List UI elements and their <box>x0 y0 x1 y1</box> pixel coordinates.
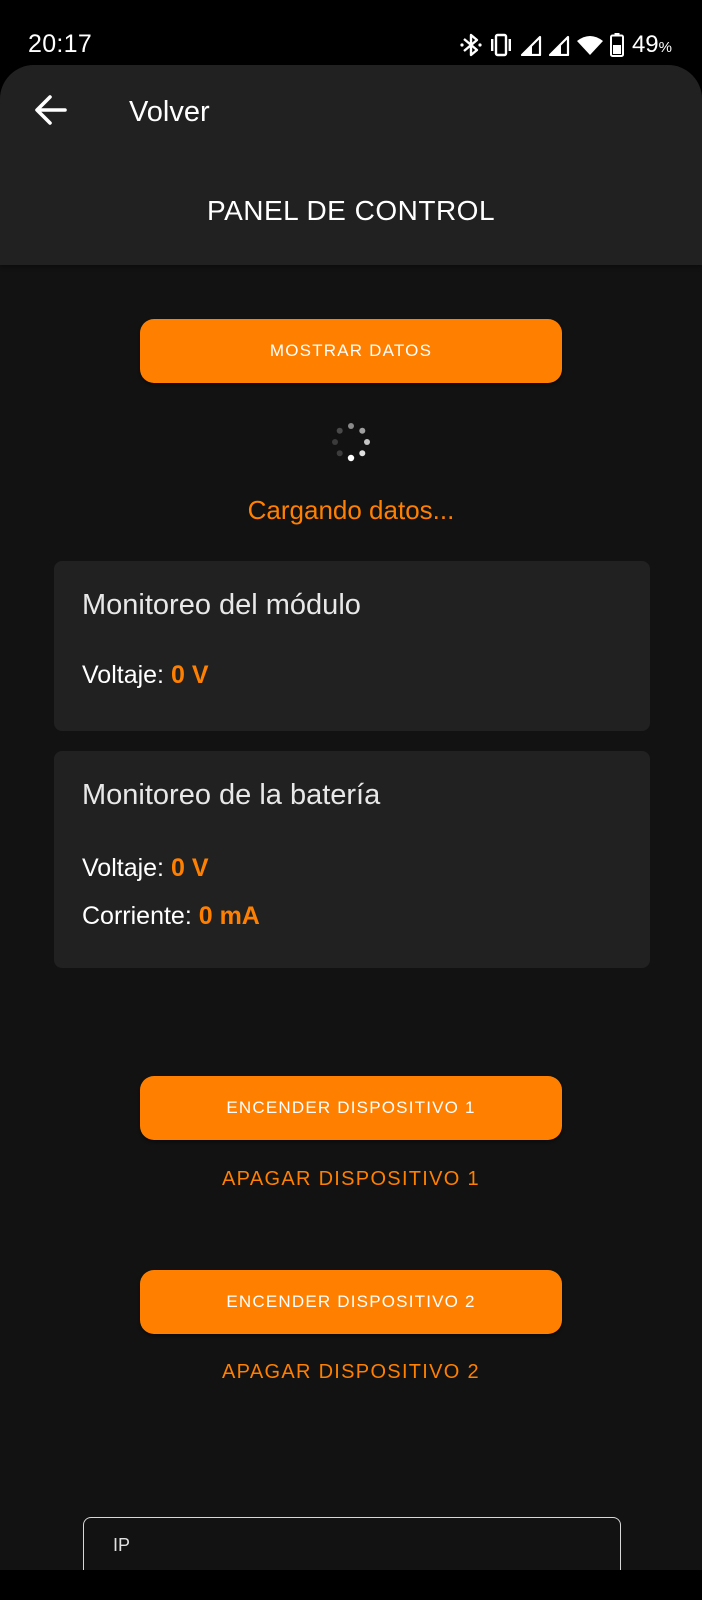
bluetooth-icon <box>460 32 482 58</box>
turn-off-device-1-button[interactable]: APAGAR DISPOSITIVO 1 <box>140 1154 562 1204</box>
battery-monitor-card: Monitoreo de la batería Voltaje: 0 V Cor… <box>54 751 650 968</box>
signal-icon <box>548 34 570 56</box>
battery-percent: 49% <box>631 31 672 58</box>
vibrate-icon <box>488 33 514 57</box>
module-voltage-row: Voltaje: 0 V <box>82 661 209 690</box>
battery-current-value: 0 mA <box>198 902 260 930</box>
loading-spinner-icon <box>332 423 370 462</box>
app-header: Volver PANEL DE CONTROL <box>0 65 702 265</box>
loading-text: Cargando datos... <box>247 495 455 525</box>
status-icons: 49% <box>460 30 672 60</box>
navigation-bar <box>0 1570 702 1600</box>
status-bar: 20:17 49% <box>0 0 702 66</box>
turn-on-device-2-button[interactable]: ENCENDER DISPOSITIVO 2 <box>140 1270 562 1334</box>
card-title: Monitoreo del módulo <box>82 589 361 621</box>
back-button[interactable] <box>28 89 74 135</box>
show-data-button[interactable]: MOSTRAR DATOS <box>140 319 562 383</box>
module-monitor-card: Monitoreo del módulo Voltaje: 0 V <box>54 561 650 731</box>
turn-on-device-1-button[interactable]: ENCENDER DISPOSITIVO 1 <box>140 1076 562 1140</box>
signal-icon <box>520 34 542 56</box>
status-time: 20:17 <box>28 30 93 58</box>
wifi-icon <box>576 34 604 56</box>
card-title: Monitoreo de la batería <box>82 779 381 811</box>
ip-input-label: IP <box>113 1535 131 1555</box>
app-screen: Volver PANEL DE CONTROL MOSTRAR DATOS Ca… <box>0 65 702 1570</box>
voltage-label: Voltaje: <box>82 661 165 689</box>
battery-current-row: Corriente: 0 mA <box>82 902 260 931</box>
ip-input[interactable]: IP <box>83 1517 621 1570</box>
turn-off-device-2-button[interactable]: APAGAR DISPOSITIVO 2 <box>140 1347 562 1397</box>
battery-icon <box>609 33 624 57</box>
battery-voltage-value: 0 V <box>170 854 209 882</box>
current-label: Corriente: <box>82 902 192 930</box>
back-label[interactable]: Volver <box>129 96 210 129</box>
arrow-left-icon <box>33 94 69 131</box>
voltage-label: Voltaje: <box>82 854 165 882</box>
page-title: PANEL DE CONTROL <box>206 195 496 226</box>
battery-voltage-row: Voltaje: 0 V <box>82 854 209 883</box>
module-voltage-value: 0 V <box>170 661 209 689</box>
